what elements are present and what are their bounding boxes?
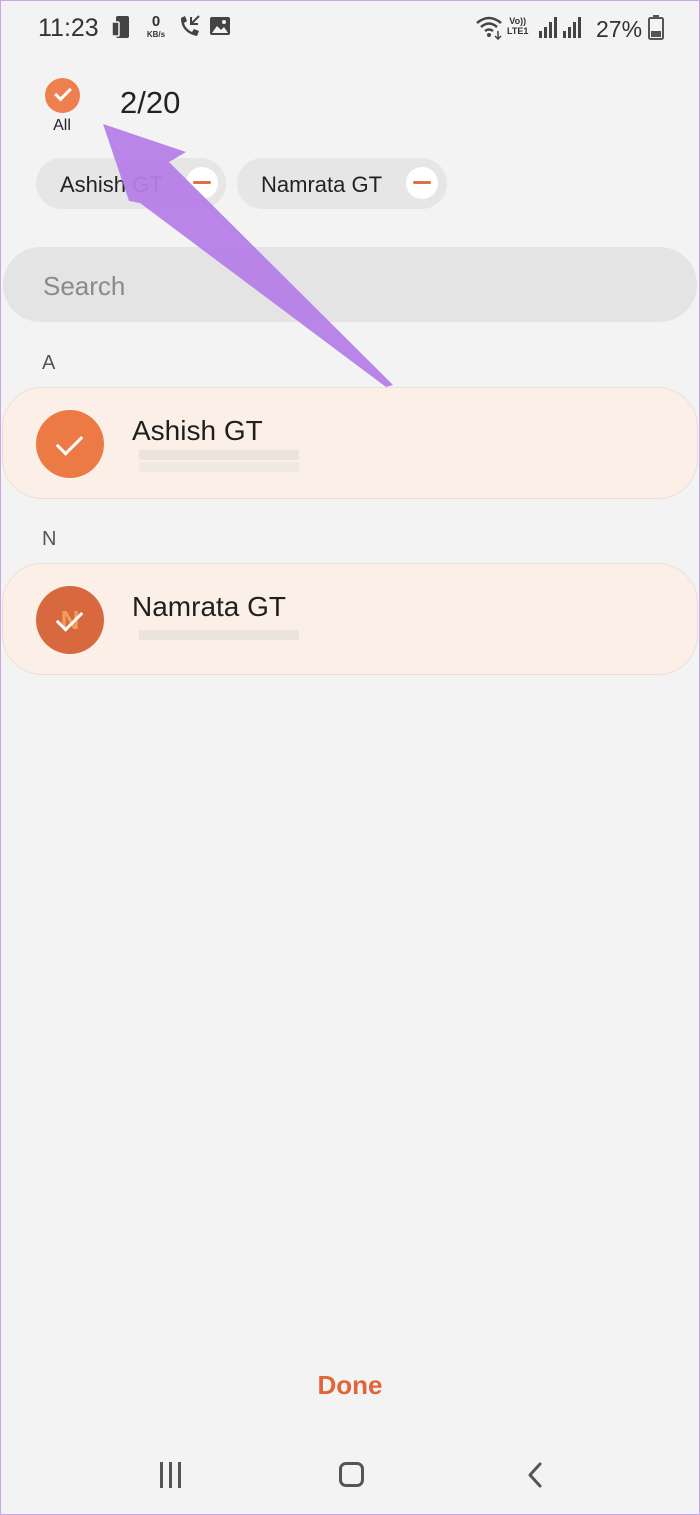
- chip-label: Namrata GT: [261, 172, 383, 197]
- selected-count: 2/20: [120, 85, 181, 120]
- done-button[interactable]: Done: [0, 1370, 700, 1401]
- avatar: [36, 410, 104, 478]
- blurred-phone-number: [139, 462, 299, 472]
- image-border: [0, 0, 700, 1515]
- signal-icon: [562, 14, 582, 45]
- missed-call-icon: [177, 14, 201, 45]
- selected-chip-namrata: Namrata GT: [237, 158, 447, 209]
- navigation-bar: [0, 1440, 700, 1515]
- selected-chip-ashish: Ashish GT: [36, 158, 226, 209]
- wifi-icon: [475, 14, 505, 45]
- recents-icon[interactable]: [158, 1462, 184, 1488]
- chip-label: Ashish GT: [60, 172, 163, 197]
- remove-chip-button[interactable]: [406, 167, 438, 199]
- home-icon[interactable]: [339, 1462, 364, 1487]
- blurred-phone-number: [139, 450, 299, 460]
- check-icon: [44, 78, 80, 113]
- contact-row-ashish[interactable]: Ashish GT: [2, 387, 698, 499]
- contact-name: Ashish GT: [132, 415, 263, 446]
- battery-icon: [648, 14, 664, 45]
- blurred-phone-number: [139, 630, 299, 640]
- phone-mirror-icon: [110, 14, 136, 47]
- status-bar: 11:23 0 KB/s Vo)) LTE1 27%: [0, 0, 700, 60]
- section-header-n: N: [42, 528, 57, 550]
- avatar: N: [36, 586, 104, 654]
- search-input[interactable]: Search: [3, 247, 697, 322]
- remove-chip-button[interactable]: [186, 167, 218, 199]
- volte-indicator: Vo)) LTE1: [507, 16, 529, 36]
- contact-name: Namrata GT: [132, 591, 287, 622]
- contact-row-namrata[interactable]: N Namrata GT: [2, 563, 698, 675]
- battery-percent: 27%: [596, 16, 643, 42]
- back-icon[interactable]: [527, 1462, 543, 1488]
- annotation-arrow: [103, 124, 393, 387]
- select-all-label: All: [53, 117, 71, 134]
- image-icon: [209, 14, 231, 43]
- select-all-checkbox[interactable]: All: [40, 78, 84, 135]
- signal-icon: [538, 14, 558, 45]
- network-speed: 0 KB/s: [146, 13, 166, 40]
- section-header-a: A: [42, 352, 56, 374]
- check-icon: [55, 428, 84, 456]
- search-placeholder: Search: [43, 271, 126, 301]
- status-time: 11:23: [38, 14, 99, 42]
